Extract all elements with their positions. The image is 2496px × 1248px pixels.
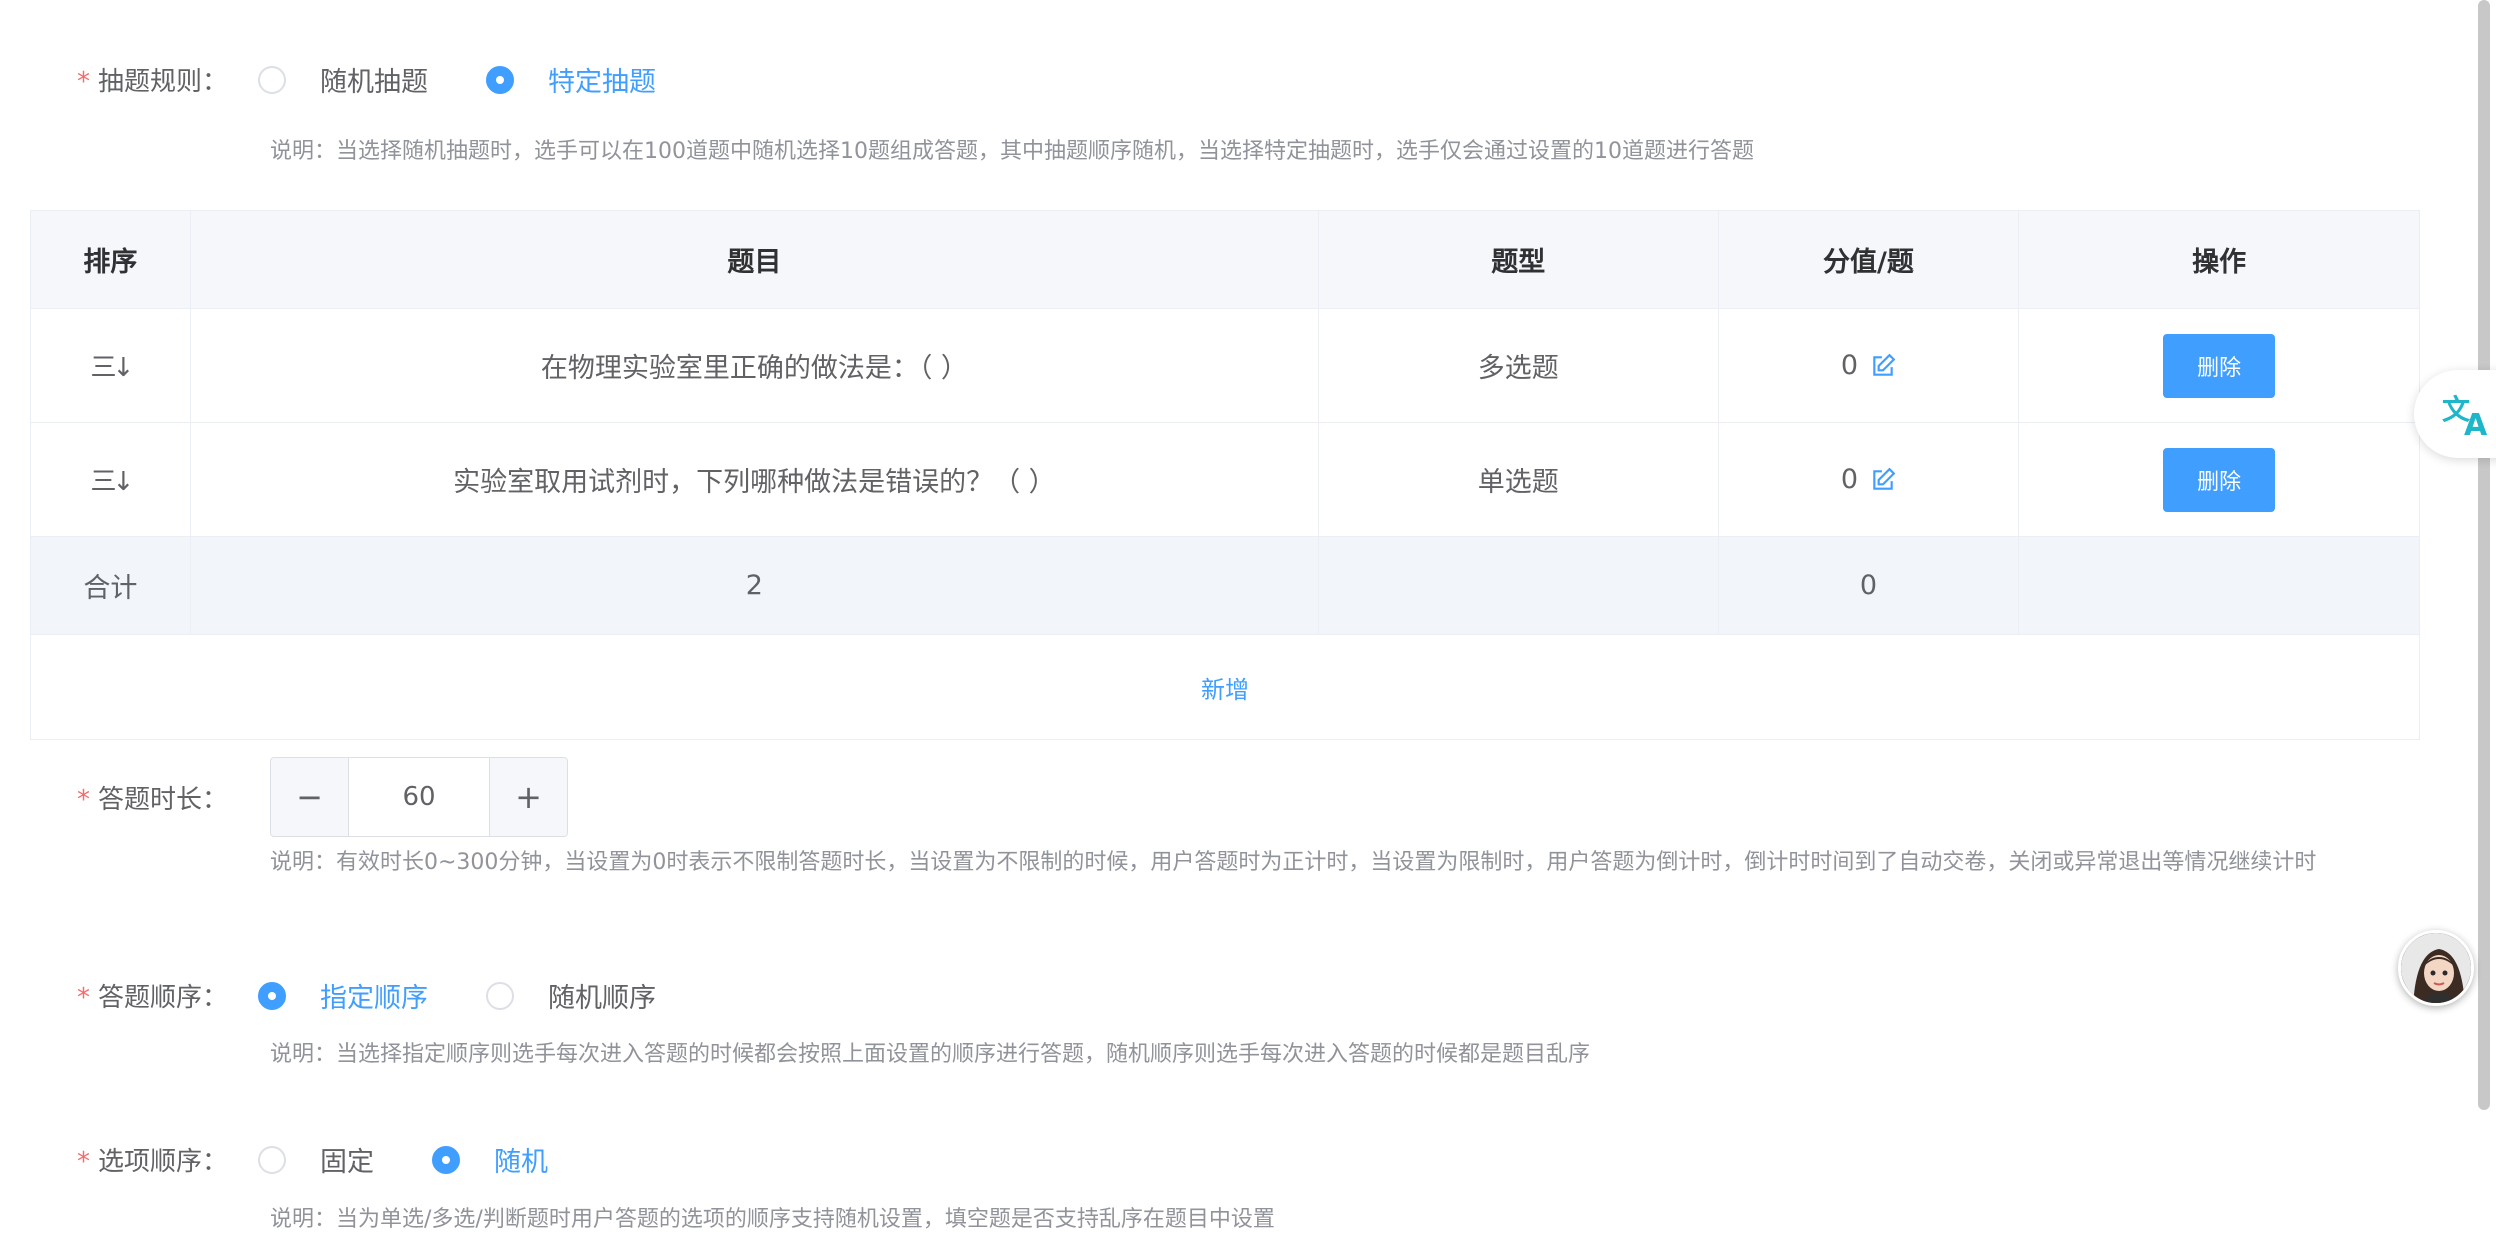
radio-label: 固定 [320, 1147, 374, 1178]
summary-type [1319, 537, 1719, 634]
header-type: 题型 [1319, 211, 1719, 308]
translate-icon: 文 A [2442, 393, 2488, 439]
required-mark: * [76, 1147, 90, 1177]
radio-fixed[interactable]: 固定 [258, 1140, 374, 1179]
action-cell: 删除 [2019, 423, 2419, 536]
summary-score: 0 [1719, 537, 2020, 634]
order-radio-group: 指定顺序 随机顺序 [258, 976, 714, 1015]
delete-button[interactable]: 删除 [2163, 333, 2276, 398]
sort-icon[interactable]: 三↓ [91, 347, 135, 384]
duration-row: * 答题时长： − 60 + [0, 757, 568, 837]
option-order-radio-group: 固定 随机 [258, 1140, 606, 1179]
radio-specific-draw[interactable]: 特定抽题 [486, 60, 656, 99]
order-label: 答题顺序： [97, 983, 228, 1013]
sort-icon[interactable]: 三↓ [91, 461, 135, 498]
duration-stepper: − 60 + [270, 757, 568, 837]
type-cell: 单选题 [1319, 423, 1719, 536]
required-mark: * [76, 784, 90, 815]
summary-row: 合计 2 0 [31, 537, 2419, 635]
score-value: 0 [1840, 350, 1859, 381]
radio-label: 随机顺序 [548, 983, 656, 1014]
header-action: 操作 [2192, 247, 2247, 278]
add-question-link[interactable]: 新增 [31, 635, 2419, 739]
rule-note: 说明：当选择随机抽题时，选手可以在100道题中随机选择10题组成答题，其中抽题顺… [270, 139, 1754, 164]
rule-label: 抽题规则： [97, 67, 228, 97]
radio-dot[interactable] [432, 1145, 460, 1174]
add-row: 新增 [31, 635, 2419, 739]
duration-label-wrap: * 答题时长： [0, 779, 240, 816]
required-mark: * [76, 983, 90, 1013]
table-header: 排序 题目 题型 分值/题 操作 [31, 211, 2419, 309]
option-order-note: 说明：当为单选/多选/判断题时用户答题的选项的顺序支持随机设置，填空题是否支持乱… [270, 1207, 1275, 1232]
radio-random-draw[interactable]: 随机抽题 [258, 60, 428, 99]
sort-cell: 三↓ [31, 423, 191, 536]
edit-icon[interactable] [1870, 467, 1896, 493]
option-order-label: 选项顺序： [97, 1147, 228, 1177]
radio-dot[interactable] [486, 981, 514, 1010]
type-cell: 多选题 [1319, 309, 1719, 422]
required-mark: * [76, 67, 90, 97]
sort-cell: 三↓ [31, 309, 191, 422]
radio-label: 随机抽题 [320, 67, 428, 98]
summary-count: 2 [191, 537, 1319, 634]
radio-random-order[interactable]: 随机顺序 [486, 976, 656, 1015]
duration-note: 说明：有效时长0~300分钟，当设置为0时表示不限制答题时长，当设置为不限制的时… [270, 850, 2317, 875]
radio-dot[interactable] [258, 981, 286, 1010]
rule-row: * 抽题规则： 随机抽题 特定抽题 [0, 60, 714, 99]
header-sort: 排序 [31, 211, 191, 308]
order-row: * 答题顺序： 指定顺序 随机顺序 [0, 976, 714, 1015]
score-cell: 0 [1719, 423, 2020, 536]
radio-dot[interactable] [258, 65, 286, 94]
question-table: 排序 题目 题型 分值/题 操作 三↓ 在物理实验室里正确的做法是：（ ） 多选… [30, 210, 2420, 740]
radio-dot[interactable] [258, 1145, 286, 1174]
delete-button[interactable]: 删除 [2163, 447, 2276, 512]
summary-label: 合计 [31, 537, 191, 634]
summary-action [2019, 537, 2419, 634]
question-cell: 在物理实验室里正确的做法是：（ ） [191, 309, 1319, 422]
scrollbar[interactable] [2478, 0, 2490, 1110]
rule-radio-group: 随机抽题 特定抽题 [258, 60, 714, 99]
svg-text:A: A [2464, 408, 2488, 439]
translate-button[interactable]: 文 A [2414, 370, 2496, 458]
rule-label-wrap: * 抽题规则： [0, 61, 240, 98]
header-question: 题目 [191, 211, 1319, 308]
decrease-button[interactable]: − [271, 758, 349, 836]
duration-label: 答题时长： [97, 784, 228, 815]
radio-label: 指定顺序 [320, 983, 428, 1014]
order-label-wrap: * 答题顺序： [0, 977, 240, 1014]
option-order-label-wrap: * 选项顺序： [0, 1141, 240, 1178]
action-cell: 删除 [2019, 309, 2419, 422]
avatar[interactable] [2398, 930, 2474, 1006]
table-row: 三↓ 在物理实验室里正确的做法是：（ ） 多选题 0 删除 [31, 309, 2419, 423]
radio-label: 特定抽题 [548, 67, 656, 98]
avatar-icon [2401, 933, 2471, 1003]
order-note: 说明：当选择指定顺序则选手每次进入答题的时候都会按照上面设置的顺序进行答题，随机… [270, 1042, 1591, 1067]
increase-button[interactable]: + [489, 758, 567, 836]
radio-label: 随机 [494, 1147, 548, 1178]
score-cell: 0 [1719, 309, 2020, 422]
header-score: 分值/题 [1719, 211, 2020, 308]
table-row: 三↓ 实验室取用试剂时，下列哪种做法是错误的？（ ） 单选题 0 删除 [31, 423, 2419, 537]
radio-random[interactable]: 随机 [432, 1140, 548, 1179]
question-cell: 实验室取用试剂时，下列哪种做法是错误的？（ ） [191, 423, 1319, 536]
score-value: 0 [1840, 464, 1859, 495]
radio-dot[interactable] [486, 65, 514, 94]
duration-input[interactable]: 60 [349, 758, 489, 836]
option-order-row: * 选项顺序： 固定 随机 [0, 1140, 606, 1179]
edit-icon[interactable] [1870, 353, 1896, 379]
radio-specified-order[interactable]: 指定顺序 [258, 976, 428, 1015]
